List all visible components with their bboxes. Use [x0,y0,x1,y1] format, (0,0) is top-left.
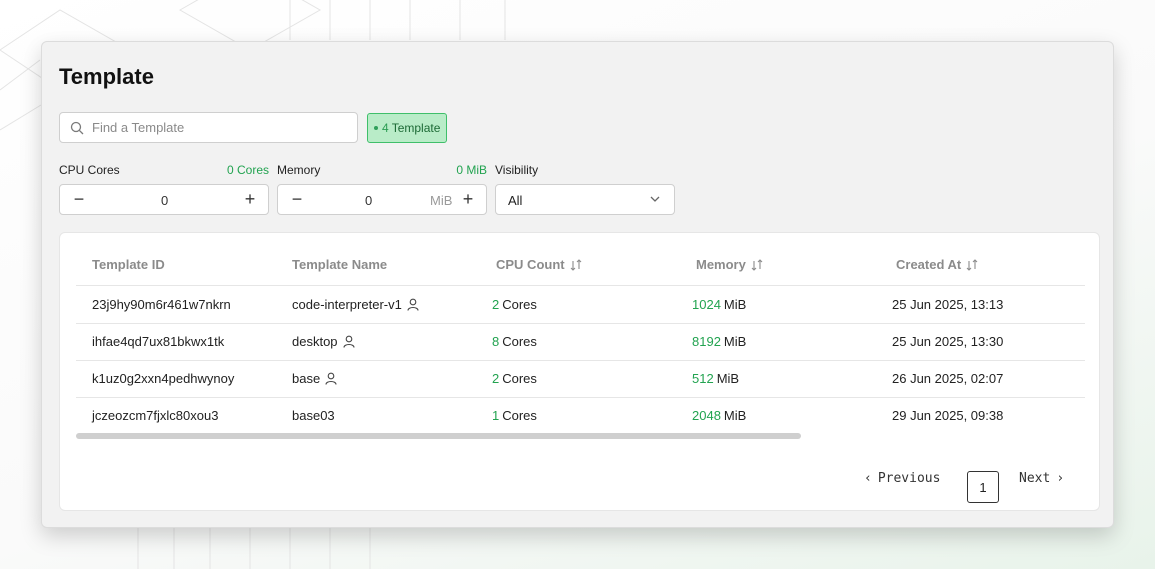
template-name-cell: code-interpreter-v1 [292,297,419,312]
table-row[interactable]: jczeozcm7fjxlc80xou3 base03 1 Cores 2048 MiB 2… [60,397,1101,434]
badge-count: 4 [382,121,389,135]
template-name-cell: desktop [292,334,355,349]
memory-unit: MiB [430,193,453,208]
column-header-template-name: Template Name [292,257,388,272]
chevron-down-icon [650,196,660,202]
cpu-cores-label: CPU Cores [59,163,120,177]
next-page-button[interactable]: Next › [1019,471,1064,486]
user-icon [407,298,419,311]
visibility-select[interactable]: All [495,184,675,215]
memory-cell: 2048 MiB [692,408,747,423]
previous-page-button[interactable]: ‹ Previous [864,471,940,486]
template-window: Template 4 Template CPU Cores 0 Cores − … [41,41,1114,528]
table-row[interactable]: ihfae4qd7ux81bkwx1tk desktop 8 Cores 8192 MiB… [60,323,1101,360]
column-header-memory[interactable]: Memory [696,257,763,272]
memory-cell: 512 MiB [692,371,740,386]
badge-label: Template [391,121,441,135]
column-header-cpu-count[interactable]: CPU Count [496,257,582,272]
page-number-button[interactable]: 1 [967,471,999,503]
created-at-cell: 25 Jun 2025, 13:30 [892,334,1004,349]
sort-icon[interactable] [751,258,763,271]
search-icon [70,121,84,134]
memory-increment-button[interactable]: + [458,190,478,210]
cpu-increment-button[interactable]: + [240,190,260,210]
template-name-cell: base03 [292,408,335,423]
cpu-cores-value[interactable]: 0 [161,193,168,208]
search-input[interactable] [92,120,342,135]
cpu-decrement-button[interactable]: − [69,190,89,210]
memory-value[interactable]: 0 [365,193,372,208]
template-id-cell: k1uz0g2xxn4pedhwynoy [92,371,235,386]
sort-icon[interactable] [570,258,582,271]
column-header-template-id: Template ID [92,257,165,272]
previous-label: Previous [877,471,941,486]
visibility-selected: All [508,193,523,208]
badge-dot [374,126,378,130]
table-row[interactable]: 23j9hy90m6r461w7nkrn code-interpreter-v1 2… [60,286,1101,323]
cpu-count-cell: 2 Cores [492,297,537,312]
templates-table-panel: Template ID Template Name CPU Count Memo… [59,232,1100,511]
cpu-cores-stepper[interactable]: − 0 + [59,184,269,215]
memory-label: Memory [277,163,321,177]
sort-icon[interactable] [966,258,978,271]
chevron-left-icon: ‹ [864,471,872,486]
template-id-cell: jczeozcm7fjxlc80xou3 [92,408,219,423]
page-title: Template [59,64,154,89]
user-icon [342,335,355,348]
template-count-badge: 4 Template [367,113,448,143]
memory-stepper[interactable]: − 0 MiB + [277,184,487,215]
template-id-cell: ihfae4qd7ux81bkwx1tk [92,334,225,349]
cpu-count-cell: 2 Cores [492,371,537,386]
created-at-cell: 26 Jun 2025, 02:07 [892,371,1004,386]
created-at-cell: 25 Jun 2025, 13:13 [892,297,1004,312]
memory-decrement-button[interactable]: − [287,190,307,210]
memory-cell: 1024 MiB [692,297,747,312]
created-at-cell: 29 Jun 2025, 09:38 [892,408,1004,423]
user-icon [325,372,337,385]
search-box[interactable] [59,112,358,143]
horizontal-scrollbar[interactable] [76,433,801,439]
chevron-right-icon: › [1056,471,1065,486]
next-label: Next [1019,471,1051,486]
visibility-label: Visibility [495,163,539,177]
cpu-count-cell: 1 Cores [492,408,537,423]
table-row[interactable]: k1uz0g2xxn4pedhwynoy base 2 Cores 512 MiB 26 J… [60,360,1101,397]
column-header-created-at[interactable]: Created At [896,257,978,272]
cpu-cores-summary: 0 Cores [226,163,269,177]
memory-summary: 0 MiB [456,163,487,177]
memory-cell: 8192 MiB [692,334,747,349]
template-id-cell: 23j9hy90m6r461w7nkrn [92,297,231,312]
cpu-count-cell: 8 Cores [492,334,537,349]
template-name-cell: base [292,371,337,386]
